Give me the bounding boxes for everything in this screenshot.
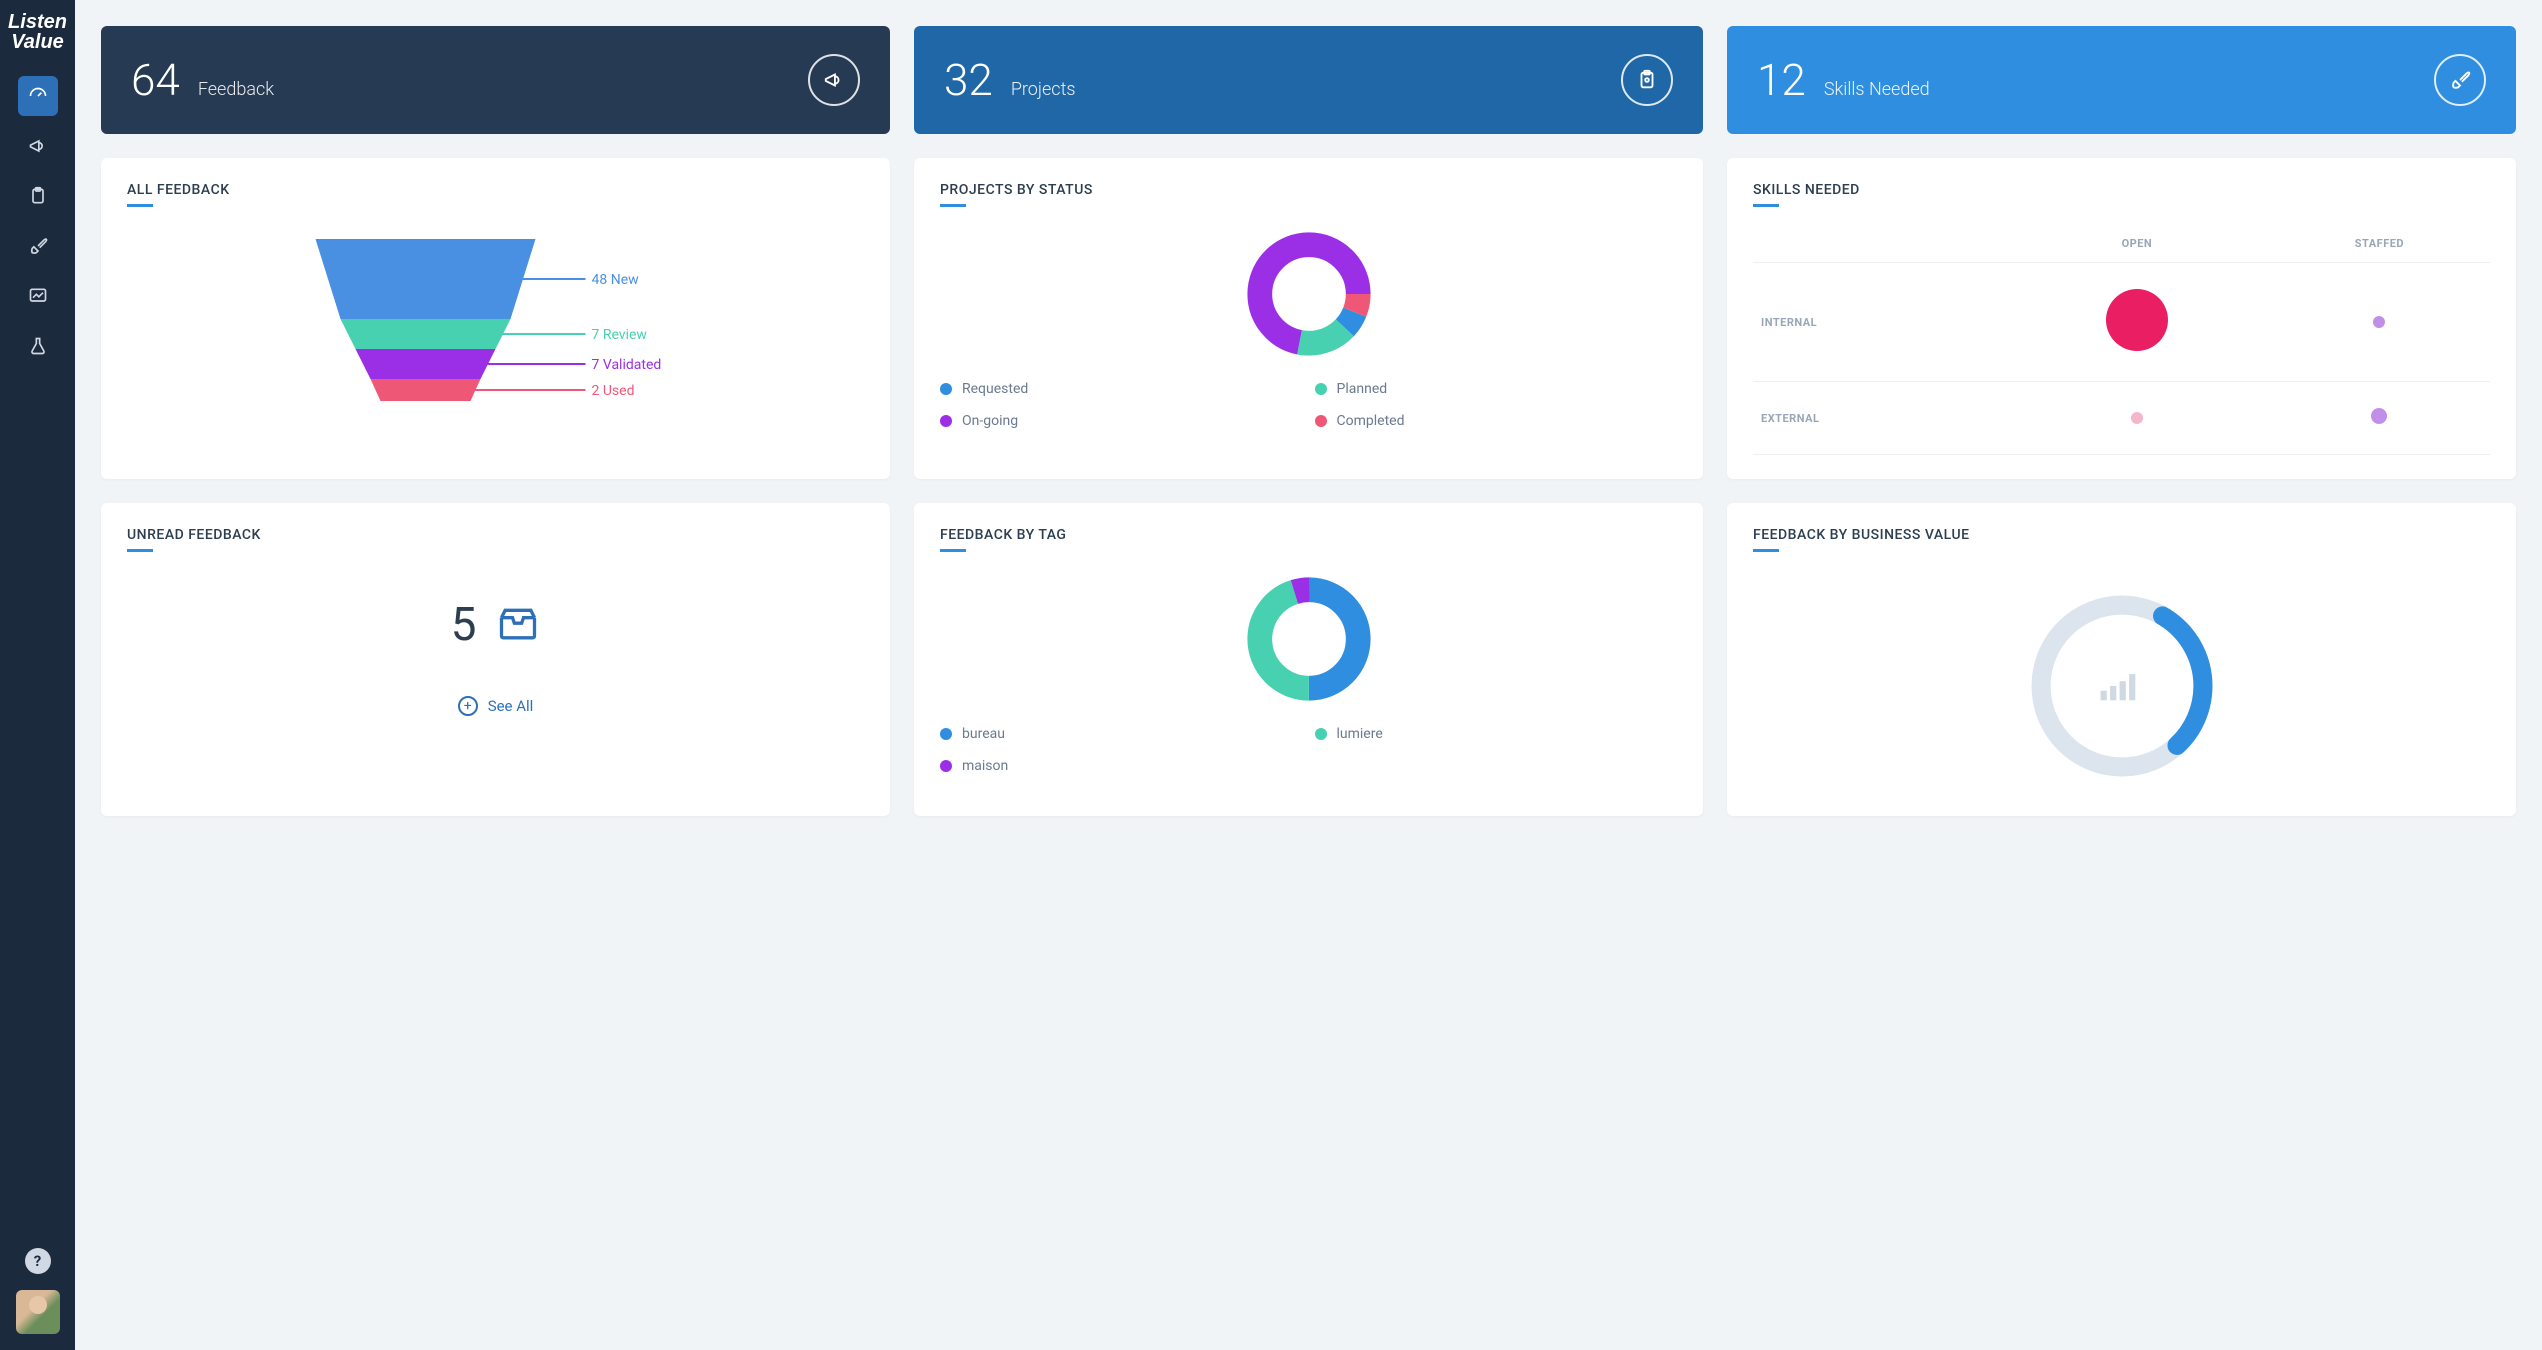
- stat-feedback-value: 64: [131, 54, 180, 106]
- stat-card-skills[interactable]: 12 Skills Needed: [1727, 26, 2516, 134]
- projects-status-donut[interactable]: [940, 225, 1677, 365]
- skills-col-open: OPEN: [2005, 225, 2269, 263]
- clipboard-icon: [1621, 54, 1673, 106]
- card-title: UNREAD FEEDBACK: [127, 527, 864, 543]
- biz-value-gauge[interactable]: [1753, 570, 2490, 792]
- skills-row-external: EXTERNAL: [1753, 382, 2005, 455]
- feedback-tag-donut[interactable]: [940, 570, 1677, 710]
- legend-item[interactable]: Planned: [1315, 381, 1678, 397]
- chart-icon: [28, 286, 48, 306]
- card-title: PROJECTS BY STATUS: [940, 182, 1677, 198]
- stat-card-projects[interactable]: 32 Projects: [914, 26, 1703, 134]
- sidebar-item-projects[interactable]: [18, 176, 58, 216]
- stat-projects-value: 32: [944, 54, 993, 106]
- card-all-feedback: ALL FEEDBACK 48 New 7 Review 7 Validated: [101, 158, 890, 479]
- megaphone-icon: [28, 136, 48, 156]
- card-underline: [127, 549, 153, 552]
- stat-feedback-label: Feedback: [198, 79, 274, 100]
- funnel-chart[interactable]: 48 New 7 Review 7 Validated 2 Used: [127, 225, 864, 423]
- feedback-tag-legend: bureau lumiere maison: [940, 726, 1677, 774]
- legend-item[interactable]: On-going: [940, 413, 1303, 429]
- rocket-icon: [2434, 54, 2486, 106]
- funnel-label-used: 2 Used: [592, 383, 635, 399]
- stat-card-feedback[interactable]: 64 Feedback: [101, 26, 890, 134]
- card-skills-needed: SKILLS NEEDED OPEN STAFFED INTERNAL EXTE…: [1727, 158, 2516, 479]
- help-button[interactable]: ?: [25, 1248, 51, 1274]
- sidebar-item-lab[interactable]: [18, 326, 58, 366]
- card-underline: [127, 204, 153, 207]
- gauge-icon: [28, 86, 48, 106]
- legend-item[interactable]: maison: [940, 758, 1303, 774]
- skills-bubble-table[interactable]: OPEN STAFFED INTERNAL EXTERNAL: [1753, 225, 2490, 455]
- sidebar-item-skills[interactable]: [18, 226, 58, 266]
- funnel-label-validated: 7 Validated: [592, 357, 662, 373]
- card-underline: [940, 204, 966, 207]
- flask-icon: [28, 336, 48, 356]
- megaphone-icon: [808, 54, 860, 106]
- see-all-label: See All: [488, 697, 534, 715]
- funnel-label-review: 7 Review: [592, 327, 648, 343]
- card-title: SKILLS NEEDED: [1753, 182, 2490, 198]
- stat-skills-value: 12: [1757, 54, 1806, 106]
- sidebar-item-dashboard[interactable]: [18, 76, 58, 116]
- card-underline: [1753, 204, 1779, 207]
- card-unread-feedback: UNREAD FEEDBACK 5 + See All: [101, 503, 890, 816]
- sidebar-nav: [18, 76, 58, 366]
- card-feedback-by-tag: FEEDBACK BY TAG bureau lumiere maison: [914, 503, 1703, 816]
- skills-row-internal: INTERNAL: [1753, 263, 2005, 382]
- card-underline: [940, 549, 966, 552]
- card-underline: [1753, 549, 1779, 552]
- legend-item[interactable]: Completed: [1315, 413, 1678, 429]
- plus-icon: +: [458, 696, 478, 716]
- projects-status-legend: Requested Planned On-going Completed: [940, 381, 1677, 429]
- legend-item[interactable]: lumiere: [1315, 726, 1678, 742]
- see-all-button[interactable]: + See All: [458, 696, 534, 716]
- clipboard-icon: [28, 186, 48, 206]
- skills-col-staffed: STAFFED: [2269, 225, 2490, 263]
- cards-row-2: UNREAD FEEDBACK 5 + See All FEEDBACK BY …: [101, 503, 2516, 816]
- user-avatar[interactable]: [16, 1290, 60, 1334]
- sidebar-item-analytics[interactable]: [18, 276, 58, 316]
- stat-skills-label: Skills Needed: [1824, 79, 1930, 100]
- rocket-icon: [28, 236, 48, 256]
- sidebar-item-feedback[interactable]: [18, 126, 58, 166]
- main-content: 64 Feedback 32 Projects 12 Skills Needed: [75, 0, 2542, 1350]
- stat-cards-row: 64 Feedback 32 Projects 12 Skills Needed: [101, 26, 2516, 134]
- inbox-icon: [496, 603, 540, 647]
- card-title: FEEDBACK BY BUSINESS VALUE: [1753, 527, 2490, 543]
- stat-projects-label: Projects: [1011, 79, 1076, 100]
- sidebar-footer: ?: [16, 1248, 60, 1334]
- sidebar: ListenValue ?: [0, 0, 75, 1350]
- cards-row-1: ALL FEEDBACK 48 New 7 Review 7 Validated: [101, 158, 2516, 479]
- card-title: ALL FEEDBACK: [127, 182, 864, 198]
- funnel-label-new: 48 New: [592, 272, 640, 288]
- brand-logo: ListenValue: [8, 12, 67, 52]
- card-projects-status: PROJECTS BY STATUS Requested Planned On-…: [914, 158, 1703, 479]
- legend-item[interactable]: bureau: [940, 726, 1303, 742]
- legend-item[interactable]: Requested: [940, 381, 1303, 397]
- unread-count: 5: [451, 598, 477, 652]
- card-feedback-biz-value: FEEDBACK BY BUSINESS VALUE: [1727, 503, 2516, 816]
- card-title: FEEDBACK BY TAG: [940, 527, 1677, 543]
